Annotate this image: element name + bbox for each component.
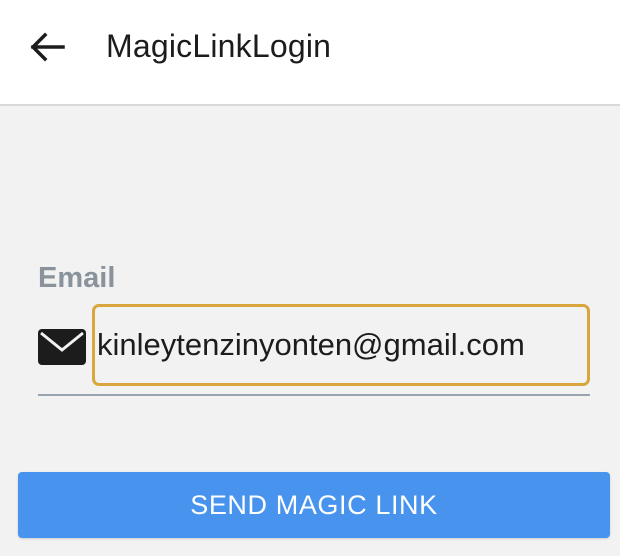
email-input[interactable] <box>92 304 590 386</box>
email-label: Email <box>38 262 116 294</box>
input-underline <box>38 394 590 396</box>
envelope-icon <box>38 329 86 365</box>
back-button[interactable] <box>22 22 72 72</box>
send-magic-link-button[interactable]: SEND MAGIC LINK <box>18 472 610 538</box>
arrow-left-icon <box>30 32 65 62</box>
page-title: MagicLinkLogin <box>106 28 332 64</box>
app-header: MagicLinkLogin <box>0 0 620 106</box>
